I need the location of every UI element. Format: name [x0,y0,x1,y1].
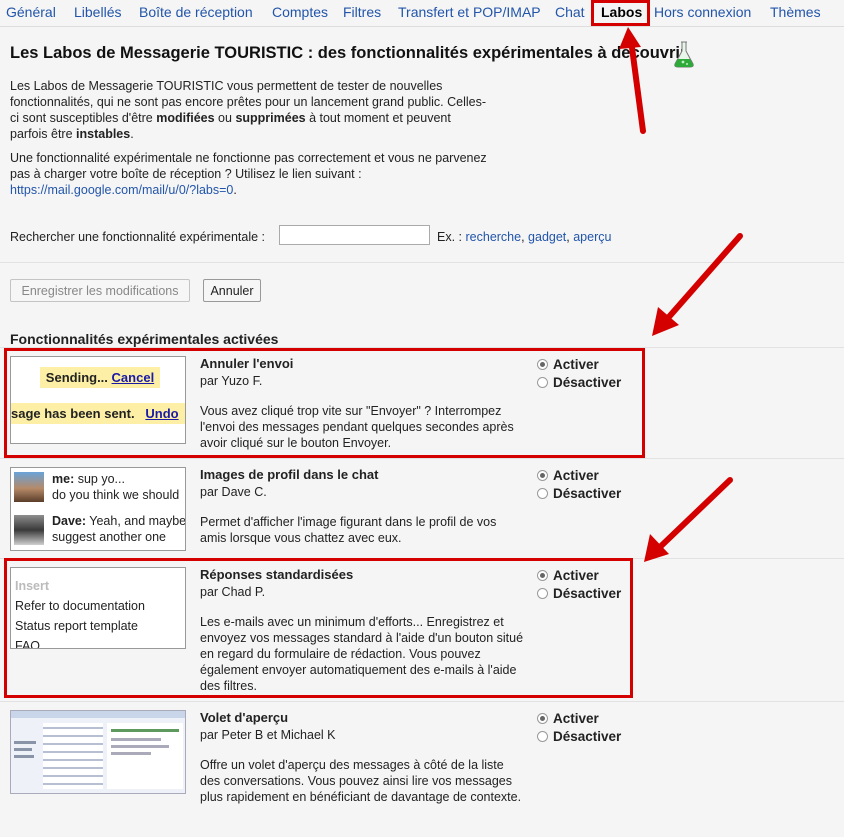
example-search-link[interactable]: recherche [466,230,522,244]
thumb-line [111,752,151,755]
lab-description: Offre un volet d'aperçu des messages à c… [200,758,522,804]
tab-filters[interactable]: Filtres [343,4,381,20]
intro-bold: modifiées [156,111,215,125]
chat-sender: me: [52,472,75,486]
intro-text: ou [214,111,236,125]
thumb-preview-pane [107,723,183,789]
recovery-text: . [233,183,237,197]
flask-icon [674,41,694,68]
intro-line: Les Labos de Messagerie TOURISTIC vous p… [10,79,443,93]
recovery-paragraph: Une fonctionnalité expérimentale ne fonc… [10,150,487,198]
page-title: Les Labos de Messagerie TOURISTIC : des … [10,44,687,62]
recovery-line: Une fonctionnalité expérimentale ne fonc… [10,151,487,165]
lab-author: par Peter B et Michael K [200,728,336,742]
intro-bold: instables [76,127,131,141]
intro-line: fonctionnalités, qui ne sont pas encore … [10,95,486,109]
annotation-box-undo-send [4,348,645,458]
lab-description: Permet d'afficher l'image figurant dans … [200,515,497,545]
tab-chat[interactable]: Chat [555,4,585,20]
cancel-button[interactable]: Annuler [203,279,261,302]
radio-unselected-icon[interactable] [537,488,548,499]
lab-thumbnail: me: sup yo... do you think we should Dave… [10,467,186,551]
chat-message: Dave: Yeah, and maybe suggest another one [52,513,186,545]
disable-radio[interactable]: Désactiver [537,729,621,744]
enabled-labs-title: Fonctionnalités expérimentales activées [10,331,279,347]
lab-name: Images de profil dans le chat [200,467,379,482]
disable-radio[interactable]: Désactiver [537,486,621,501]
chat-text: do you think we should [52,488,180,502]
divider [0,262,844,263]
disable-labs-link[interactable]: https://mail.google.com/mail/u/0/?labs=0 [10,183,233,197]
tab-accounts[interactable]: Comptes [272,4,328,20]
thumb-line [14,755,34,758]
thumb-line [111,738,161,741]
arrow-to-undo-send [665,233,743,321]
thumb-line [14,741,36,744]
search-examples: Ex. : recherche, gadget, aperçu [437,230,612,244]
tab-themes[interactable]: Thèmes [770,4,821,20]
radio-selected-icon[interactable] [537,470,548,481]
intro-text: ci sont susceptibles d'être [10,111,157,125]
search-labs-input[interactable] [279,225,430,245]
search-label: Rechercher une fonctionnalité expériment… [10,230,266,244]
annotation-box-canned-responses [4,558,633,698]
thumb-conversation-list [43,723,103,789]
recovery-line: https://mail.google.com/mail/u/0/?labs=0… [10,182,487,198]
chat-message: me: sup yo... do you think we should [52,471,179,503]
disable-label: Désactiver [553,729,622,744]
intro-bold: supprimées [235,111,306,125]
disable-label: Désactiver [553,486,622,501]
intro-line: ci sont susceptibles d'être modifiées ou… [10,110,486,126]
thumb-line [14,748,32,751]
recovery-line: pas à charger votre boîte de réception ?… [10,167,362,181]
arrowhead-icon [652,307,679,336]
radio-unselected-icon[interactable] [537,731,548,742]
intro-text: parfois être [10,127,77,141]
chat-text: sup yo... [74,472,125,486]
examples-label: Ex. : [437,230,463,244]
intro-text: . [130,127,134,141]
avatar [14,515,44,545]
chat-sender: Dave: [52,514,87,528]
example-preview-link[interactable]: aperçu [573,230,611,244]
enable-radio[interactable]: Activer [537,711,599,726]
enable-label: Activer [553,468,599,483]
thumb-header-bar [11,711,185,718]
lab-preview-pane: Volet d'aperçu par Peter B et Michael K … [0,701,844,837]
tab-forwarding-pop-imap[interactable]: Transfert et POP/IMAP [398,4,541,20]
chat-text: Yeah, and maybe [86,514,186,528]
save-changes-button[interactable]: Enregistrer les modifications [10,279,190,302]
enable-label: Activer [553,711,599,726]
enable-radio[interactable]: Activer [537,468,599,483]
radio-selected-icon[interactable] [537,713,548,724]
chat-text: suggest another one [52,530,166,544]
thumb-line [111,729,179,732]
intro-text: à tout moment et peuvent [305,111,451,125]
preview-pane-thumbnail [10,710,186,794]
lab-name: Volet d'aperçu [200,710,289,725]
lab-author: par Dave C. [200,485,267,499]
intro-line: parfois être instables. [10,126,486,142]
labs-tab-highlight [591,0,650,26]
tab-labels[interactable]: Libellés [74,4,121,20]
tab-general[interactable]: Général [6,4,56,20]
lab-chat-profile-pictures: me: sup yo... do you think we should Dave… [0,458,844,559]
settings-tabs: Général Libellés Boîte de réception Comp… [0,0,844,27]
tab-offline[interactable]: Hors connexion [654,4,751,20]
tab-inbox[interactable]: Boîte de réception [139,4,253,20]
example-gadget-link[interactable]: gadget [528,230,566,244]
thumb-line [111,745,169,748]
intro-paragraph: Les Labos de Messagerie TOURISTIC vous p… [10,78,486,142]
avatar [14,472,44,502]
